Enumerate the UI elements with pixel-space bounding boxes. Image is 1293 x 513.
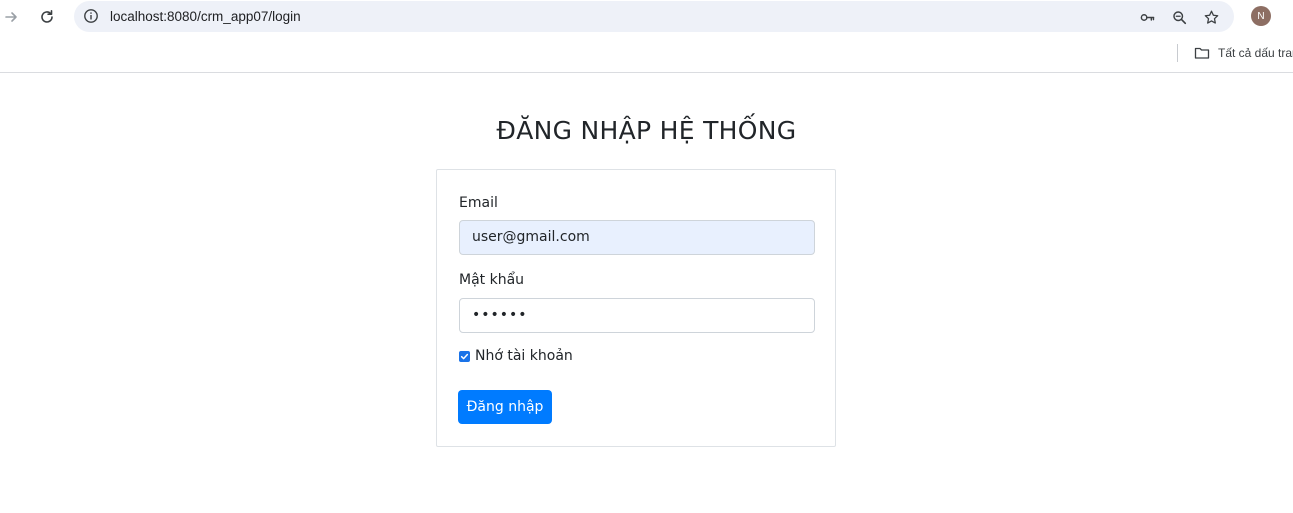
remember-checkbox[interactable] bbox=[459, 351, 470, 362]
password-input[interactable]: •••••• bbox=[459, 298, 815, 333]
zoom-icon bbox=[1172, 10, 1186, 24]
bookmarks-separator bbox=[1177, 44, 1178, 62]
checkmark-icon bbox=[460, 353, 469, 360]
reload-icon bbox=[41, 10, 53, 23]
login-form: Email user@gmail.com Mật khẩu •••••• Nhớ… bbox=[436, 169, 836, 447]
login-button[interactable]: Đăng nhập bbox=[458, 390, 552, 424]
browser-toolbar: localhost:8080/crm_app07/login N bbox=[0, 0, 1293, 34]
forward-button[interactable] bbox=[0, 5, 24, 29]
reload-button[interactable] bbox=[35, 5, 59, 29]
address-bar[interactable]: localhost:8080/crm_app07/login bbox=[74, 1, 1234, 32]
remember-label[interactable]: Nhớ tài khoản bbox=[475, 348, 573, 364]
folder-icon[interactable] bbox=[1194, 45, 1210, 61]
page-title: ĐĂNG NHẬP HỆ THỐNG bbox=[496, 116, 797, 145]
password-manager-button[interactable] bbox=[1137, 7, 1157, 27]
bookmark-star-button[interactable] bbox=[1201, 7, 1221, 27]
info-icon[interactable] bbox=[83, 8, 99, 24]
bookmarks-bar: Tất cả dấu tran bbox=[0, 34, 1293, 73]
star-icon bbox=[1204, 10, 1218, 24]
url-text[interactable]: localhost:8080/crm_app07/login bbox=[110, 1, 301, 32]
email-input[interactable]: user@gmail.com bbox=[459, 220, 815, 255]
all-bookmarks-folder[interactable]: Tất cả dấu tran bbox=[1218, 34, 1293, 72]
profile-avatar[interactable]: N bbox=[1251, 6, 1271, 26]
zoom-button[interactable] bbox=[1169, 7, 1189, 27]
email-label: Email bbox=[459, 195, 498, 211]
arrow-right-icon bbox=[5, 12, 17, 22]
password-label: Mật khẩu bbox=[459, 272, 525, 288]
key-icon bbox=[1140, 13, 1154, 21]
